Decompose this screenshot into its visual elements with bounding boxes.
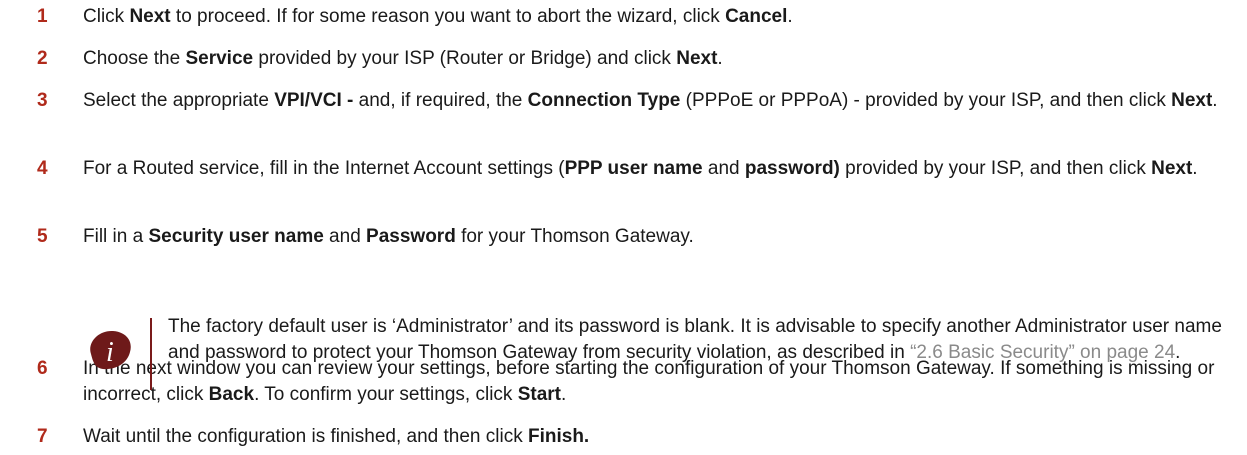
step-number: 4 [37,158,48,179]
step-number: 6 [37,358,48,379]
step-text: Fill in a Security user name and Passwor… [83,224,1227,250]
step-text-segment: for your Thomson Gateway. [455,226,694,247]
ui-term: Start [517,384,561,405]
ui-term: Cancel [725,6,788,27]
step-text-segment: . [787,6,793,27]
ui-term: PPP user name [564,158,703,179]
ui-term: password) [744,158,840,179]
note-text-end: . [1175,342,1181,363]
step-text-segment: (PPPoE or PPPoA) - provided by your ISP,… [680,90,1172,111]
step-text-segment: . [560,384,567,405]
step-text-segment: . [717,48,723,69]
step-number: 1 [37,6,48,27]
step-text-segment: Fill in a [83,226,149,247]
svg-text:i: i [106,337,114,368]
step-text-segment: Choose the [83,48,186,69]
cross-reference-link[interactable]: “2.6 Basic Security” on page 24 [910,342,1175,363]
ui-term: Next [1171,90,1213,111]
ui-term: Service [185,48,254,69]
step-text: Wait until the configuration is finished… [83,424,1227,450]
step-number: 3 [37,90,48,111]
step-text-segment: Click [83,6,130,27]
step-text-segment: For a Routed service, fill in the Intern… [83,158,565,179]
step-text: Click Next to proceed. If for some reaso… [83,4,1227,30]
ui-term: Next [129,6,171,27]
ui-term: Password [366,226,456,247]
ui-term: VPI/VCI - [274,90,354,111]
step-text-segment: . [1192,158,1198,179]
note-divider [150,318,152,390]
step-text-segment: provided by your ISP, and then click [839,158,1152,179]
ui-term: Next [676,48,718,69]
ui-term: Finish. [527,426,590,447]
ui-term: Back [208,384,255,405]
step-text-segment: to proceed. If for some reason you want … [170,6,726,27]
info-icon: i [85,328,133,372]
ui-term: Security user name [148,226,324,247]
step-text-segment: provided by your ISP (Router or Bridge) … [253,48,677,69]
step-text: For a Routed service, fill in the Intern… [83,156,1227,182]
ui-term: Connection Type [527,90,681,111]
step-text-segment: and [323,226,367,247]
step-text: Choose the Service provided by your ISP … [83,46,1227,72]
step-text-segment: and [702,158,745,179]
step-text-segment: Select the appropriate [83,90,275,111]
step-number: 5 [37,226,48,247]
step-text-segment: and, if required, the [353,90,528,111]
step-text: Select the appropriate VPI/VCI - and, if… [83,88,1227,114]
step-text-segment: . To confirm your settings, click [254,384,518,405]
step-text-segment: Wait until the configuration is finished… [83,426,528,447]
step-text-segment: . [1212,90,1218,111]
note-text: The factory default user is ‘Administrat… [168,314,1228,366]
ui-term: Next [1151,158,1193,179]
step-number: 7 [37,426,48,447]
step-number: 2 [37,48,48,69]
info-note: i The factory default user is ‘Administr… [83,314,1233,390]
